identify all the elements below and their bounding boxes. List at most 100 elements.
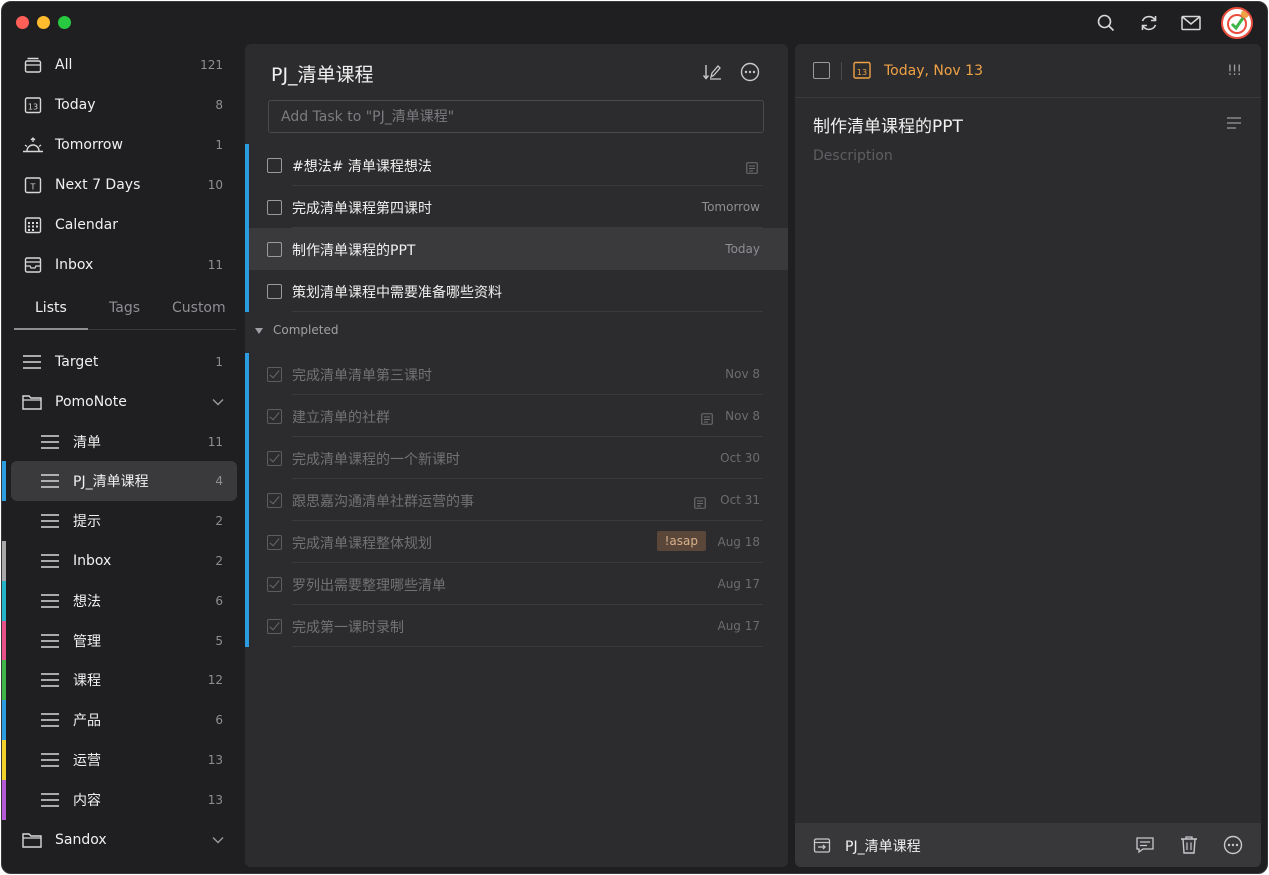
sidebar-folder[interactable]: PomoNote: [2, 382, 245, 422]
sidebar-item-today[interactable]: 13 Today 8: [2, 85, 245, 125]
sidebar-folder[interactable]: Sandox: [2, 820, 245, 860]
sidebar-item-tomorrow[interactable]: Tomorrow 1: [2, 125, 245, 165]
sidebar-item-label: Today: [55, 97, 96, 113]
completed-task-row[interactable]: 建立清单的社群 Nov 8: [245, 395, 788, 437]
svg-text:13: 13: [28, 103, 38, 112]
completed-task-row[interactable]: 罗列出需要整理哪些清单 Aug 17: [245, 563, 788, 605]
task-checkbox[interactable]: [267, 200, 282, 215]
sidebar-item-label: Calendar: [55, 217, 118, 233]
tab-tags[interactable]: Tags: [109, 300, 140, 316]
task-due-date: Aug 18: [717, 535, 760, 549]
calendar-13-icon: 13: [22, 94, 44, 116]
task-checkbox[interactable]: [267, 242, 282, 257]
task-row[interactable]: 完成清单课程第四课时 Tomorrow: [245, 186, 788, 228]
sidebar-item-label: 管理: [73, 633, 101, 650]
sidebar-item-inbox[interactable]: Inbox 11: [2, 245, 245, 285]
sidebar-item-count: 11: [207, 434, 223, 449]
due-date-calendar-icon[interactable]: 13: [852, 60, 872, 80]
folder-icon: [22, 392, 42, 412]
sidebar-item-label: Sandox: [55, 831, 107, 848]
sidebar-list-item[interactable]: Inbox 2: [2, 541, 245, 581]
tab-custom[interactable]: Custom: [172, 300, 226, 316]
avatar[interactable]: [1221, 7, 1253, 39]
add-task-input[interactable]: [268, 100, 764, 133]
minimize-window-button[interactable]: [37, 16, 50, 29]
task-checkbox[interactable]: [267, 284, 282, 299]
completed-task-row[interactable]: 完成清单课程的一个新课时 Oct 30: [245, 437, 788, 479]
task-due-date: Oct 31: [720, 493, 760, 507]
list-color-bar: [2, 779, 6, 820]
sidebar-list-item[interactable]: 课程 12: [2, 660, 245, 701]
list-icon: [22, 352, 42, 372]
completed-task-row[interactable]: 完成清单清单第三课时 Nov 8: [245, 353, 788, 395]
sidebar-list-item[interactable]: 想法 6: [2, 580, 245, 621]
description-field[interactable]: Description: [813, 148, 893, 164]
priority-flag[interactable]: !!!: [1227, 63, 1242, 79]
zoom-window-button[interactable]: [58, 16, 71, 29]
task-row[interactable]: 制作清单课程的PPT Today: [245, 228, 788, 270]
sidebar-list-item[interactable]: 清单 11: [2, 422, 245, 462]
close-window-button[interactable]: [16, 16, 29, 29]
task-title[interactable]: 制作清单课程的PPT: [813, 112, 963, 137]
list-icon: [40, 631, 60, 651]
chevron-down-icon[interactable]: [208, 830, 228, 850]
move-to-list-icon[interactable]: [811, 834, 833, 856]
trash-icon[interactable]: [1178, 834, 1200, 856]
more-options-icon[interactable]: [1222, 834, 1244, 856]
sidebar-list-item[interactable]: PJ_清单课程 4: [2, 461, 245, 502]
task-row[interactable]: 策划清单课程中需要准备哪些资料: [245, 270, 788, 312]
task-checkbox[interactable]: [267, 535, 282, 550]
mail-icon[interactable]: [1179, 11, 1203, 35]
task-checkbox[interactable]: [267, 493, 282, 508]
sidebar-item-next-7-days[interactable]: T Next 7 Days 10: [2, 165, 245, 205]
task-checkbox[interactable]: [267, 409, 282, 424]
sidebar-item-calendar[interactable]: Calendar: [2, 205, 245, 245]
sidebar-item-label: All: [55, 57, 73, 73]
sidebar-list-item[interactable]: 管理 5: [2, 620, 245, 661]
task-tag[interactable]: !asap: [656, 531, 706, 551]
task-checkbox[interactable]: [267, 367, 282, 382]
detail-complete-checkbox[interactable]: [813, 62, 830, 79]
sidebar-item-all[interactable]: All 121: [2, 45, 245, 85]
list-color-stripe: [245, 353, 249, 395]
sync-icon[interactable]: [1137, 11, 1161, 35]
sidebar-item-count: 11: [207, 258, 223, 272]
list-icon: [40, 750, 60, 770]
chevron-down-icon[interactable]: [208, 392, 228, 412]
due-date-label[interactable]: Today, Nov 13: [884, 63, 983, 79]
sidebar-item-count: 2: [215, 514, 223, 529]
sort-icon[interactable]: [700, 60, 724, 84]
task-checkbox[interactable]: [267, 158, 282, 173]
sidebar-item-count: 13: [207, 792, 223, 807]
list-color-bar: [2, 620, 6, 661]
page-title: PJ_清单课程: [271, 64, 374, 86]
sidebar-list-item[interactable]: 内容 13: [2, 779, 245, 820]
sidebar-list-item[interactable]: Target 1: [2, 342, 245, 382]
task-checkbox[interactable]: [267, 577, 282, 592]
completed-task-row[interactable]: 完成第一课时录制 Aug 17: [245, 605, 788, 647]
text-format-icon[interactable]: [1227, 114, 1241, 129]
completed-section-header[interactable]: Completed: [255, 323, 338, 337]
list-color-stripe: [245, 395, 249, 437]
sidebar-list-item[interactable]: 提示 2: [2, 501, 245, 541]
current-list-label[interactable]: PJ_清单课程: [845, 836, 921, 856]
completed-task-row[interactable]: 跟思嘉沟通清单社群运营的事 Oct 31: [245, 479, 788, 521]
completed-task-row[interactable]: 完成清单课程整体规划 Aug 18 !asap: [245, 521, 788, 563]
list-icon: [40, 511, 60, 531]
sidebar-list-item[interactable]: 产品 6: [2, 700, 245, 741]
sidebar-item-label: PJ_清单课程: [73, 474, 149, 491]
sidebar-list-item[interactable]: 运营 13: [2, 740, 245, 780]
task-row[interactable]: #想法# 清单课程想法: [245, 144, 788, 186]
task-checkbox[interactable]: [267, 619, 282, 634]
tab-lists[interactable]: Lists: [35, 300, 67, 316]
task-checkbox[interactable]: [267, 451, 282, 466]
comment-icon[interactable]: [1134, 834, 1156, 856]
task-due-date: Oct 30: [720, 451, 760, 465]
task-title: 完成清单课程整体规划: [292, 536, 432, 552]
svg-text:T: T: [30, 183, 36, 192]
search-icon[interactable]: [1094, 11, 1118, 35]
task-title: 完成第一课时录制: [292, 620, 404, 636]
more-options-icon[interactable]: [738, 60, 762, 84]
sidebar-item-count: 1: [215, 138, 223, 152]
task-title: 完成清单清单第三课时: [292, 368, 432, 384]
